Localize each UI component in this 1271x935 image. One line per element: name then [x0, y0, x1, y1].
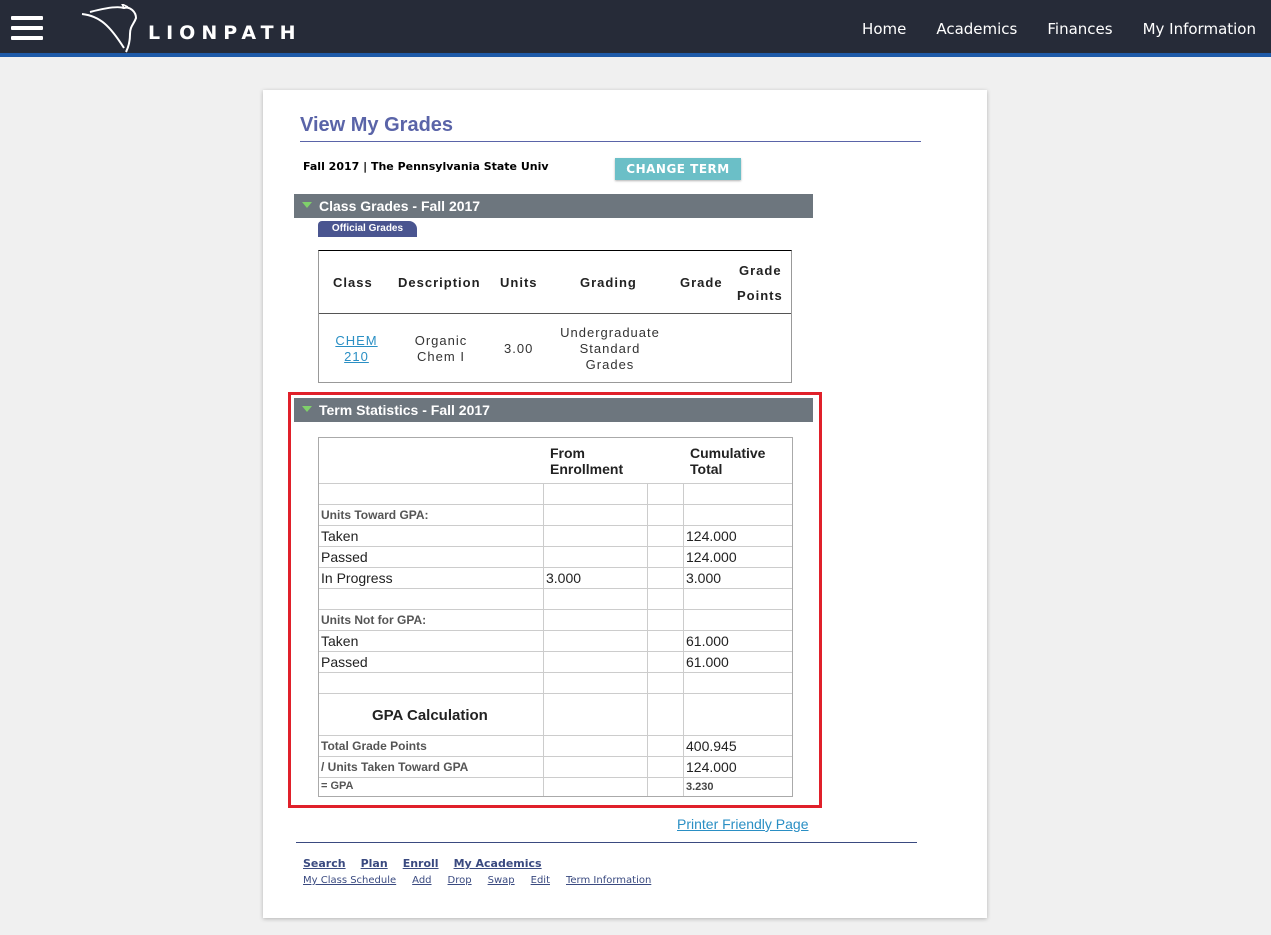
- col-grading: Grading: [580, 275, 637, 290]
- table-row: [319, 588, 792, 609]
- table-row: Total Grade Points 400.945: [319, 735, 792, 756]
- link-term-information[interactable]: Term Information: [566, 875, 651, 886]
- link-drop[interactable]: Drop: [448, 875, 472, 886]
- class-grades-table: Class Description Units Grading Grade Gr…: [318, 250, 792, 383]
- col-units: Units: [500, 275, 538, 290]
- top-nav-bar: LIONPATH Home Academics Finances My Info…: [0, 0, 1271, 57]
- col-grade: Grade: [680, 275, 723, 290]
- term-info: Fall 2017 | The Pennsylvania State Univ: [303, 160, 549, 173]
- link-my-class-schedule[interactable]: My Class Schedule: [303, 875, 396, 886]
- course-grading: Undergraduate Standard Grades: [560, 325, 660, 372]
- nav-home[interactable]: Home: [862, 20, 906, 38]
- col-description: Description: [398, 275, 481, 290]
- table-row: GPA Calculation: [319, 693, 792, 735]
- nav-my-information[interactable]: My Information: [1143, 20, 1256, 38]
- footer-primary-links: Search Plan Enroll My Academics: [303, 857, 542, 870]
- gpa-calculation-label: GPA Calculation: [372, 707, 488, 724]
- class-grades-title: Class Grades - Fall 2017: [319, 198, 481, 214]
- term-statistics-title: Term Statistics - Fall 2017: [319, 402, 490, 418]
- link-enroll[interactable]: Enroll: [403, 857, 439, 870]
- page-title: View My Grades: [300, 114, 454, 136]
- grades-card: View My Grades Fall 2017 | The Pennsylva…: [263, 90, 987, 918]
- link-plan[interactable]: Plan: [361, 857, 388, 870]
- link-swap[interactable]: Swap: [488, 875, 515, 886]
- class-grades-header[interactable]: Class Grades - Fall 2017: [294, 194, 813, 218]
- footer-secondary-links: My Class Schedule Add Drop Swap Edit Ter…: [303, 875, 651, 886]
- term-statistics-table: From Enrollment Cumulative Total Units T…: [318, 437, 793, 797]
- logo-text: LIONPATH: [148, 22, 302, 44]
- menu-icon[interactable]: [11, 16, 43, 40]
- table-row: Passed 61.000: [319, 651, 792, 672]
- link-search[interactable]: Search: [303, 857, 346, 870]
- table-row: Taken 61.000: [319, 630, 792, 651]
- tab-official-grades[interactable]: Official Grades: [318, 221, 417, 237]
- course-description: Organic Chem I: [414, 333, 468, 364]
- nav-academics[interactable]: Academics: [936, 20, 1017, 38]
- gpa-value: 3.230: [686, 781, 714, 793]
- link-my-academics[interactable]: My Academics: [454, 857, 542, 870]
- class-link[interactable]: CHEM 210: [334, 333, 379, 365]
- collapse-triangle-icon: [302, 202, 312, 208]
- printer-friendly-link[interactable]: Printer Friendly Page: [677, 816, 809, 832]
- title-divider: [300, 141, 921, 142]
- link-edit[interactable]: Edit: [531, 875, 550, 886]
- table-row: [319, 483, 792, 504]
- footer-divider: [296, 842, 917, 843]
- main-nav: Home Academics Finances My Information: [862, 20, 1256, 38]
- change-term-button[interactable]: CHANGE TERM: [615, 158, 741, 180]
- col-class: Class: [333, 275, 373, 290]
- table-row: Taken 124.000: [319, 525, 792, 546]
- table-row: In Progress 3.000 3.000: [319, 567, 792, 588]
- header-divider: [319, 313, 791, 314]
- table-row: / Units Taken Toward GPA 124.000: [319, 756, 792, 777]
- table-row: [319, 672, 792, 693]
- col-cumulative-total: Cumulative Total: [690, 445, 766, 477]
- term-statistics-header[interactable]: Term Statistics - Fall 2017: [294, 398, 813, 422]
- table-row: Units Not for GPA:: [319, 609, 792, 630]
- table-row: Passed 124.000: [319, 546, 792, 567]
- collapse-triangle-icon: [302, 406, 312, 412]
- col-grade-points-line1: Grade: [739, 263, 782, 278]
- lion-icon: [81, 4, 138, 53]
- link-add[interactable]: Add: [412, 875, 431, 886]
- col-from-enrollment: From Enrollment: [550, 445, 624, 477]
- course-units: 3.00: [504, 341, 534, 356]
- nav-finances[interactable]: Finances: [1047, 20, 1112, 38]
- table-row: Units Toward GPA:: [319, 504, 792, 525]
- col-grade-points-line2: Points: [737, 288, 783, 303]
- table-row: = GPA 3.230: [319, 777, 792, 796]
- lionpath-logo[interactable]: LIONPATH: [80, 4, 320, 54]
